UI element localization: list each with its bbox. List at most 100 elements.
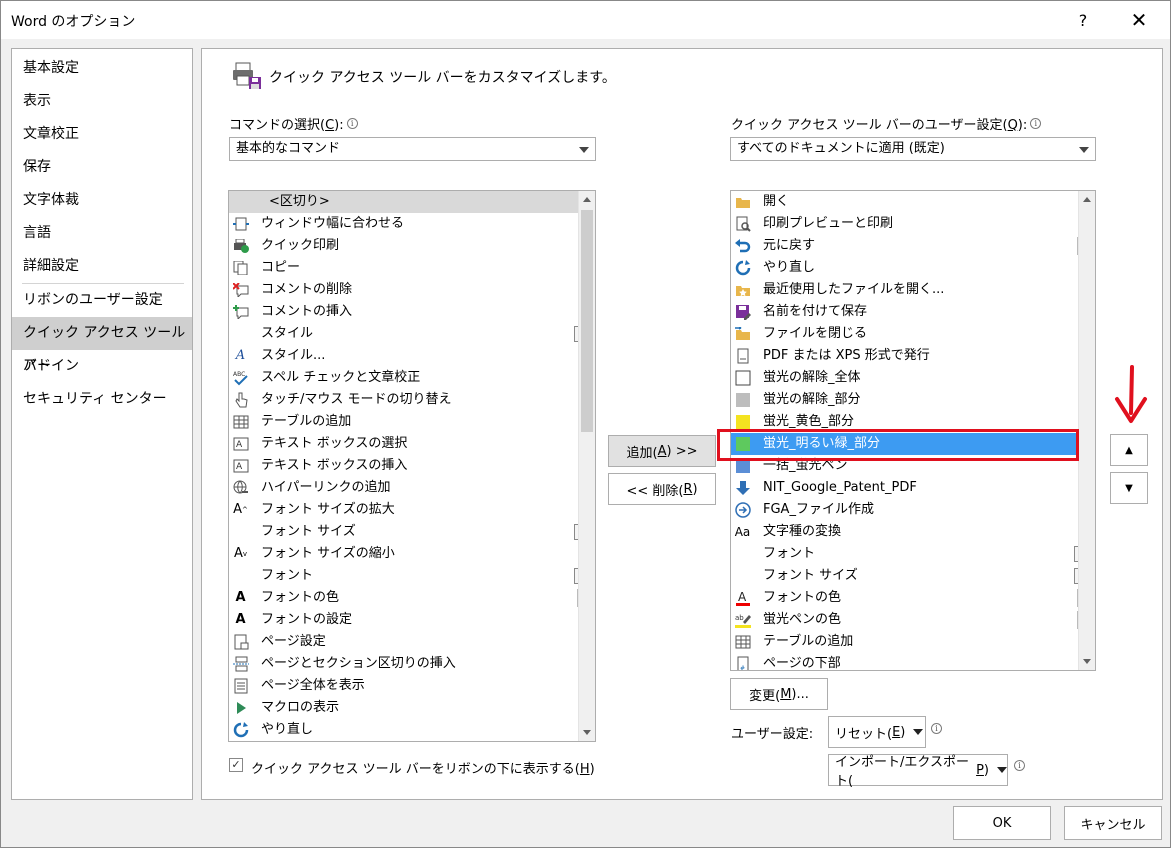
list-item[interactable]: フォントI▾: [229, 565, 595, 587]
list-item[interactable]: 開く: [731, 191, 1095, 213]
font-settings-icon: A: [235, 612, 246, 627]
list-item[interactable]: <区切り>: [229, 191, 595, 213]
list-item[interactable]: NIT_Google_Patent_PDF: [731, 477, 1095, 499]
nav-item-proofing[interactable]: 文章校正: [12, 118, 192, 151]
list-item-label: 印刷プレビューと印刷: [763, 216, 894, 231]
nav-item-trust-center[interactable]: セキュリティ センター: [12, 383, 192, 416]
list-item[interactable]: コメントの挿入: [229, 301, 595, 323]
list-item[interactable]: ウィンドウ幅に合わせる: [229, 213, 595, 235]
list-item[interactable]: 蛍光の解除_部分: [731, 389, 1095, 411]
list-item[interactable]: ファイルを閉じる: [731, 323, 1095, 345]
list-item[interactable]: # ページの下部: [731, 653, 1095, 670]
options-nav: 基本設定 表示 文章校正 保存 文字体裁 言語 詳細設定 リボンのユーザー設定 …: [11, 48, 193, 800]
list-item[interactable]: A テキスト ボックスの選択: [229, 433, 595, 455]
list-item-label: 蛍光の解除_部分: [763, 392, 861, 407]
list-item[interactable]: FGA_ファイル作成: [731, 499, 1095, 521]
list-item[interactable]: ページ全体を表示: [229, 675, 595, 697]
list-item[interactable]: Av フォント サイズの縮小: [229, 543, 595, 565]
list-item[interactable]: ハイパーリンクの追加: [229, 477, 595, 499]
remove-button[interactable]: << 削除(R): [608, 473, 716, 505]
nav-item-general[interactable]: 基本設定: [12, 52, 192, 85]
nav-item-advanced[interactable]: 詳細設定: [12, 250, 192, 283]
list-item[interactable]: フォント サイズI▾: [731, 565, 1095, 587]
label-text: クイック アクセス ツール バーをリボンの下に表示する(: [251, 762, 580, 777]
import-export-dropdown-button[interactable]: インポート/エクスポート(P): [828, 754, 1008, 789]
label-access-key: Q: [1007, 118, 1018, 133]
list-item[interactable]: やり直し: [229, 719, 595, 741]
nav-item-display[interactable]: 表示: [12, 85, 192, 118]
whole-page-icon: [232, 678, 249, 694]
list-item[interactable]: A ^ フォント サイズの拡大: [229, 499, 595, 521]
list-item[interactable]: PDF または XPS 形式で発行: [731, 345, 1095, 367]
scroll-down-icon[interactable]: [579, 724, 595, 741]
qat-scrollbar[interactable]: [1078, 191, 1095, 670]
scroll-up-icon[interactable]: [579, 191, 595, 208]
list-item-label: 元に戻す: [763, 238, 816, 253]
list-item[interactable]: フォント サイズI▾: [229, 521, 595, 543]
scroll-thumb[interactable]: [581, 210, 593, 432]
list-item[interactable]: A フォントの色: [229, 587, 595, 609]
list-item[interactable]: 蛍光の解除_全体: [731, 367, 1095, 389]
cancel-button[interactable]: キャンセル: [1064, 806, 1162, 840]
list-item-label: フォントの設定: [261, 612, 353, 627]
list-item[interactable]: ページとセクション区切りの挿入: [229, 653, 595, 675]
move-down-button[interactable]: ▼: [1110, 472, 1148, 504]
move-down-icon: ▼: [1125, 482, 1133, 494]
list-item[interactable]: コメントの削除: [229, 279, 595, 301]
list-item[interactable]: A テキスト ボックスの挿入: [229, 455, 595, 477]
show-below-ribbon-checkbox[interactable]: ✓: [229, 758, 243, 772]
button-access-key: M: [780, 686, 792, 702]
white-square-icon: [734, 370, 751, 386]
add-button[interactable]: 追加(A) >>: [608, 435, 716, 467]
list-item[interactable]: マクロの表示: [229, 697, 595, 719]
list-item[interactable]: ABC スペル チェックと文章校正: [229, 367, 595, 389]
list-item[interactable]: 元に戻す: [731, 235, 1095, 257]
scroll-up-icon[interactable]: [1079, 191, 1095, 208]
list-item[interactable]: コピー: [229, 257, 595, 279]
qat-scope-select[interactable]: すべてのドキュメントに適用 (既定): [730, 137, 1096, 161]
list-item-label: 文字種の変換: [763, 524, 842, 539]
list-item-label: FGA_ファイル作成: [763, 502, 874, 517]
list-item[interactable]: やり直し: [731, 257, 1095, 279]
nav-item-addins[interactable]: アドイン: [12, 350, 192, 383]
modify-button[interactable]: 変更(M)...: [730, 678, 828, 710]
highlighter-icon: ab: [734, 612, 751, 628]
list-item[interactable]: ab 蛍光ペンの色: [731, 609, 1095, 631]
list-item[interactable]: ページ設定: [229, 631, 595, 653]
ok-button[interactable]: OK: [953, 806, 1051, 840]
recent-file-icon: [734, 282, 751, 298]
list-item[interactable]: 最近使用したファイルを開く...: [731, 279, 1095, 301]
list-item[interactable]: フォントI▾: [731, 543, 1095, 565]
redo-icon: [232, 722, 249, 738]
nav-item-language[interactable]: 言語: [12, 217, 192, 250]
chevron-down-icon: [579, 147, 589, 153]
close-button[interactable]: ✕: [1119, 5, 1159, 35]
commands-scrollbar[interactable]: [578, 191, 595, 741]
list-item[interactable]: タッチ/マウス モードの切り替え: [229, 389, 595, 411]
nav-item-customize-ribbon[interactable]: リボンのユーザー設定: [12, 284, 192, 317]
list-item[interactable]: A フォントの設定: [229, 609, 595, 631]
qat-customize-icon: [231, 59, 263, 95]
reset-dropdown-button[interactable]: リセット(E): [828, 716, 926, 748]
help-button[interactable]: ?: [1063, 5, 1103, 35]
list-item[interactable]: 名前を付けて保存: [731, 301, 1095, 323]
list-item[interactable]: クイック印刷: [229, 235, 595, 257]
list-item[interactable]: Aa 文字種の変換: [731, 521, 1095, 543]
nav-item-typography[interactable]: 文字体裁: [12, 184, 192, 217]
show-below-ribbon-label[interactable]: クイック アクセス ツール バーをリボンの下に表示する(H): [251, 758, 595, 777]
list-item[interactable]: テーブルの追加: [731, 631, 1095, 653]
move-up-button[interactable]: ▲: [1110, 434, 1148, 466]
button-access-key: P: [976, 762, 984, 778]
nav-item-quick-access-toolbar[interactable]: クイック アクセス ツール バー: [12, 317, 192, 374]
list-item[interactable]: テーブルの追加: [229, 411, 595, 433]
list-item[interactable]: 印刷プレビューと印刷: [731, 213, 1095, 235]
list-item[interactable]: スタイルI▾: [229, 323, 595, 345]
list-item-label: タッチ/マウス モードの切り替え: [261, 392, 452, 407]
scroll-down-icon[interactable]: [1079, 653, 1095, 670]
commands-select[interactable]: 基本的なコマンド: [229, 137, 596, 161]
commands-list[interactable]: <区切り> ウィンドウ幅に合わせる クイック印刷 コピー コメントの削除 コメン…: [228, 190, 596, 742]
nav-item-save[interactable]: 保存: [12, 151, 192, 184]
button-text: 変更(: [749, 688, 781, 704]
list-item[interactable]: A スタイル...: [229, 345, 595, 367]
list-item[interactable]: A フォントの色: [731, 587, 1095, 609]
